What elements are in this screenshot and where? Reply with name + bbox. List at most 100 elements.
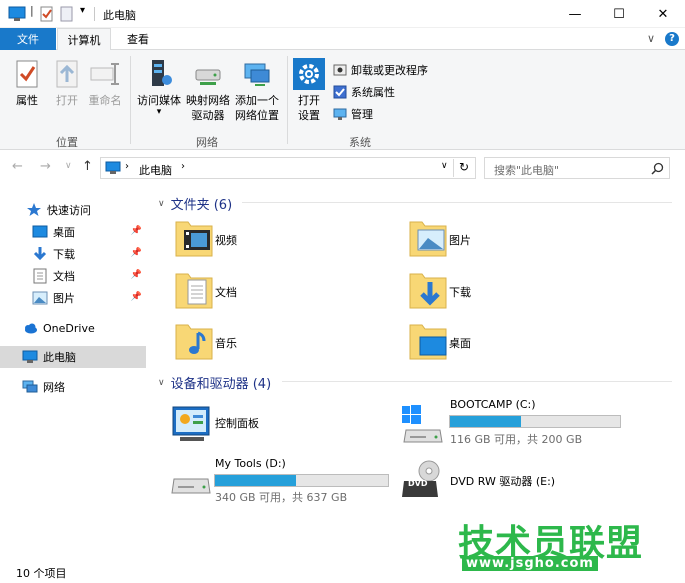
- close-button[interactable]: ✕: [641, 0, 685, 28]
- forward-arrow-icon[interactable]: →: [40, 159, 51, 174]
- nav-network[interactable]: 网络: [0, 376, 146, 398]
- new-folder-quick-icon[interactable]: [60, 6, 74, 22]
- pin-icon[interactable]: 📌: [131, 248, 142, 258]
- drive-d-usage-fill: [215, 475, 297, 486]
- desktop-icon: [32, 225, 48, 238]
- recent-locations-chevron-icon[interactable]: ∨: [65, 161, 72, 171]
- open-label: 打开: [56, 94, 78, 107]
- system-properties-button[interactable]: 系统属性: [333, 83, 395, 101]
- search-icon[interactable]: [651, 162, 664, 175]
- drive-d-name: My Tools (D:): [215, 457, 286, 470]
- dvd-badge: DVD: [408, 479, 428, 488]
- drive-c-usage-bar: [449, 415, 621, 428]
- refresh-icon[interactable]: ↻: [459, 160, 469, 174]
- qa-separator: |: [30, 4, 34, 17]
- uninstall-button[interactable]: 卸载或更改程序: [333, 61, 428, 79]
- navigation-bar: ← → ∨ ↑ › 此电脑 › ∨ ↻ 搜索"此电脑": [0, 151, 685, 185]
- title-separator: [94, 7, 95, 21]
- address-separator: [453, 159, 454, 177]
- properties-button[interactable]: 属性: [10, 58, 44, 108]
- up-arrow-icon[interactable]: ↑: [82, 159, 93, 174]
- collapse-chevron-icon[interactable]: ∨: [158, 378, 165, 388]
- help-icon[interactable]: ?: [665, 32, 679, 46]
- address-dropdown-chevron-icon[interactable]: ∨: [441, 161, 448, 171]
- add-location-label-1: 添加一个: [235, 94, 279, 107]
- collapse-ribbon-chevron-icon[interactable]: ∨: [647, 32, 655, 45]
- access-media-chevron-icon: ▾: [156, 107, 162, 117]
- map-network-drive-button[interactable]: 映射网络 驱动器: [184, 58, 232, 123]
- back-arrow-icon[interactable]: ←: [12, 159, 23, 174]
- folders-section-header[interactable]: ∨ 文件夹 (6): [158, 194, 232, 213]
- nav-quick-access[interactable]: 快速访问: [0, 199, 146, 221]
- star-icon: [27, 203, 41, 216]
- customize-qa-chevron-icon[interactable]: ▾: [80, 5, 85, 21]
- manage-button[interactable]: 管理: [333, 105, 373, 123]
- minimize-button[interactable]: —: [553, 0, 597, 28]
- rename-button[interactable]: 重命名: [86, 58, 124, 108]
- content-pane: ∨ 文件夹 (6) 视频 图片 文档 下载 音乐 桌面 ∨ 设备和驱动器 (4)…: [150, 188, 683, 560]
- rename-icon: [90, 63, 119, 85]
- system-properties-icon: [333, 85, 347, 99]
- access-media-button[interactable]: 访问媒体 ▾: [135, 58, 183, 117]
- section-divider: [282, 381, 672, 382]
- search-input[interactable]: 搜索"此电脑": [494, 162, 559, 178]
- properties-label: 属性: [16, 94, 38, 107]
- title-bar: | ▾ 此电脑 — ☐ ✕: [0, 0, 685, 28]
- add-location-label-2: 网络位置: [235, 109, 279, 122]
- address-bar[interactable]: › 此电脑 › ∨ ↻: [100, 157, 476, 179]
- nav-quick-access-label: 快速访问: [47, 204, 91, 217]
- document-icon: [33, 268, 47, 284]
- watermark-url: www.jsgho.com: [462, 556, 598, 571]
- add-network-location-button[interactable]: 添加一个 网络位置: [233, 58, 281, 123]
- this-pc-icon: [105, 161, 121, 174]
- folder-desktop-label: 桌面: [449, 337, 471, 350]
- nav-this-pc-label: 此电脑: [43, 351, 76, 364]
- hard-drive-icon: [171, 478, 211, 494]
- download-icon: [33, 247, 47, 261]
- network-location-icon: [244, 63, 270, 86]
- drive-c-free-space: 116 GB 可用，共 200 GB: [450, 433, 583, 446]
- nav-onedrive[interactable]: OneDrive: [0, 317, 146, 339]
- manage-label: 管理: [351, 108, 373, 121]
- properties-icon: [16, 60, 38, 88]
- open-button[interactable]: 打开: [50, 58, 84, 108]
- maximize-button[interactable]: ☐: [597, 0, 641, 28]
- open-settings-label-2: 设置: [298, 109, 320, 122]
- item-count: 10 个项目: [16, 567, 67, 580]
- search-box[interactable]: 搜索"此电脑": [484, 157, 670, 179]
- desktop-folder-icon: [409, 324, 447, 360]
- folder-downloads-label: 下载: [449, 286, 471, 299]
- pin-icon[interactable]: 📌: [131, 292, 142, 302]
- pin-icon[interactable]: 📌: [131, 226, 142, 236]
- computer-management-icon: [333, 108, 347, 120]
- tab-file[interactable]: 文件: [0, 28, 56, 50]
- breadcrumb-chevron-icon[interactable]: ›: [125, 161, 129, 172]
- devices-header-label: 设备和驱动器 (4): [170, 377, 272, 392]
- uninstall-icon: [333, 64, 347, 76]
- folder-pictures-label: 图片: [449, 234, 471, 247]
- drive-c-usage-fill: [450, 416, 522, 427]
- open-settings-button[interactable]: 打开 设置: [292, 58, 326, 123]
- tab-view[interactable]: 查看: [113, 28, 163, 50]
- this-pc-app-icon[interactable]: [8, 6, 26, 22]
- group-separator: [287, 56, 288, 144]
- tab-computer[interactable]: 计算机: [57, 28, 111, 51]
- rename-label: 重命名: [88, 94, 122, 107]
- gear-icon: [293, 58, 325, 90]
- nav-onedrive-label: OneDrive: [43, 321, 95, 335]
- nav-desktop[interactable]: 桌面 📌: [0, 221, 146, 243]
- drive-e-name: DVD RW 驱动器 (E:): [450, 475, 556, 488]
- open-icon: [56, 60, 78, 88]
- nav-network-label: 网络: [43, 381, 65, 394]
- properties-quick-icon[interactable]: [40, 6, 54, 22]
- nav-documents[interactable]: 文档 📌: [0, 265, 146, 287]
- nav-pictures[interactable]: 图片 📌: [0, 287, 146, 309]
- pin-icon[interactable]: 📌: [131, 270, 142, 280]
- group-location-label: 位置: [56, 136, 78, 149]
- collapse-chevron-icon[interactable]: ∨: [158, 199, 165, 209]
- nav-downloads[interactable]: 下载 📌: [0, 243, 146, 265]
- breadcrumb-chevron-icon[interactable]: ›: [181, 161, 185, 172]
- nav-this-pc[interactable]: 此电脑: [0, 346, 146, 368]
- breadcrumb-this-pc[interactable]: 此电脑: [139, 162, 172, 178]
- devices-section-header[interactable]: ∨ 设备和驱动器 (4): [158, 373, 271, 392]
